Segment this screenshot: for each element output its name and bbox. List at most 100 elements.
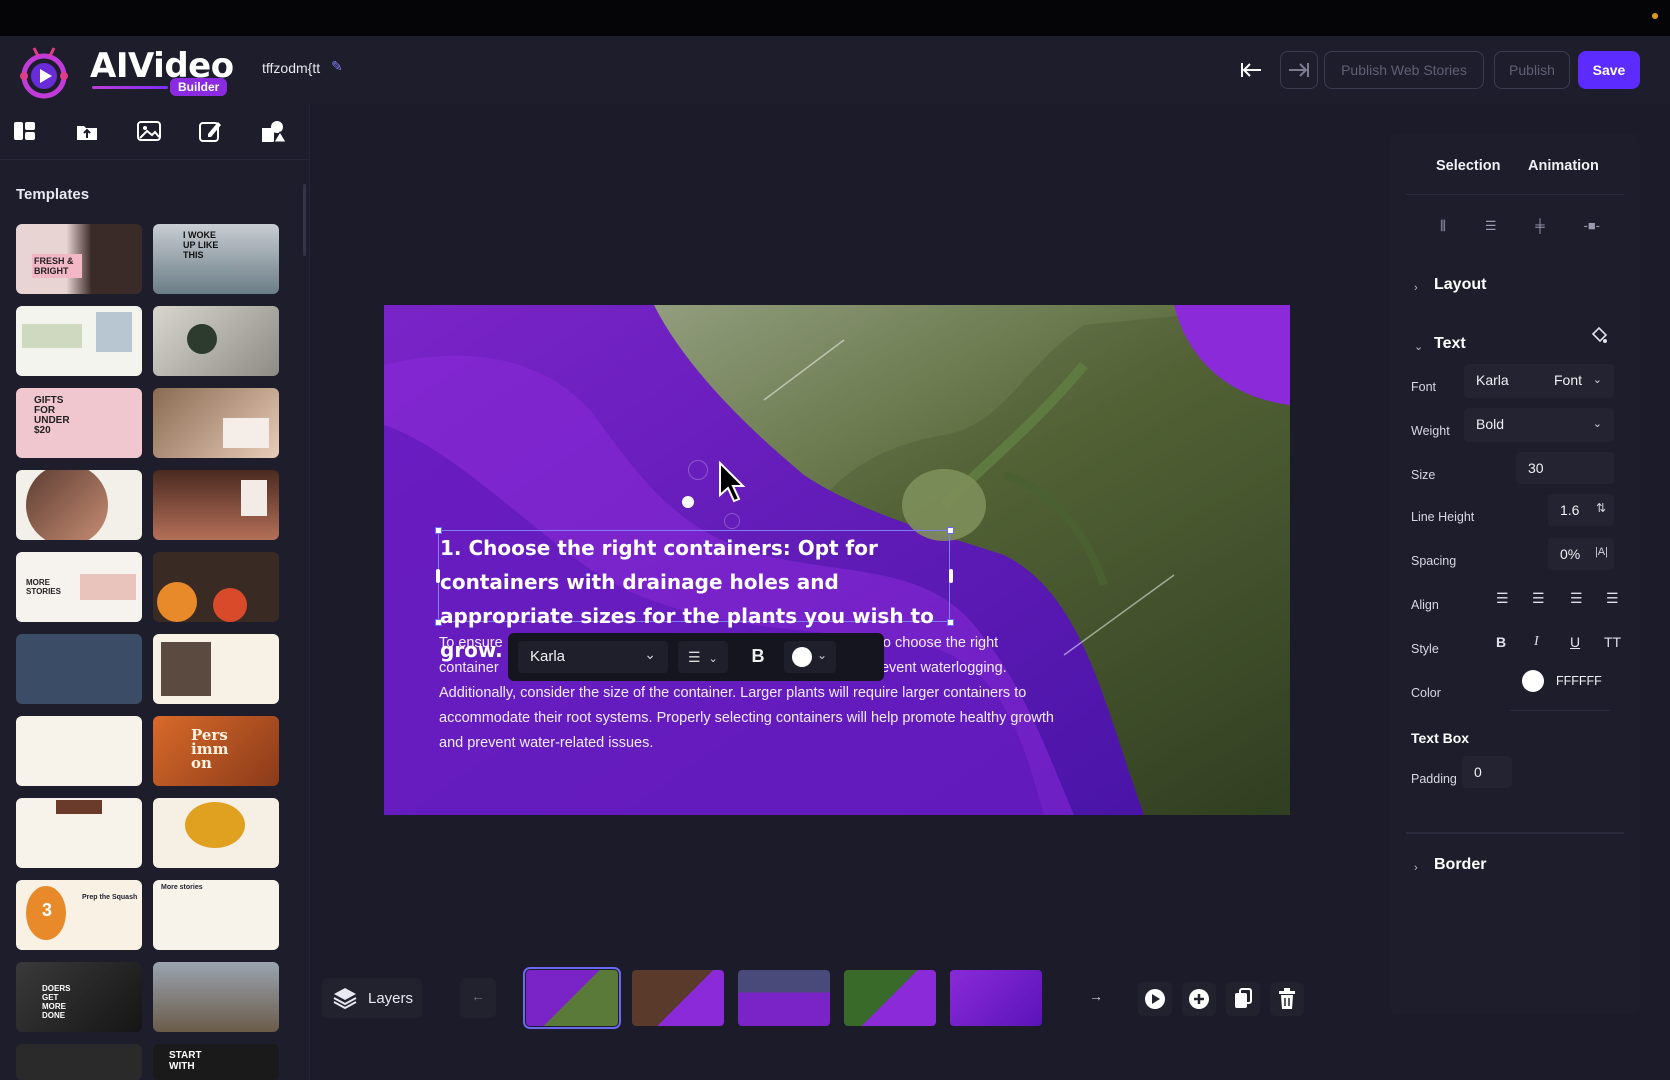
- line-height-input[interactable]: 1.6 ⇅: [1548, 494, 1614, 526]
- align-center-icon[interactable]: ☰: [1532, 590, 1545, 607]
- distribute-horizontal-icon[interactable]: ⫼: [1440, 218, 1446, 238]
- pages-prev-button[interactable]: ←: [460, 978, 496, 1018]
- template-thumb[interactable]: I WOKE UP LIKE THIS: [153, 224, 279, 294]
- template-thumb[interactable]: [153, 634, 279, 704]
- distribute-row: ⫼ ☰ ╪ ‑■‑: [1440, 218, 1600, 238]
- page-thumb[interactable]: [523, 967, 621, 1029]
- story-canvas[interactable]: 1. Choose the right containers: Opt for …: [384, 305, 1290, 815]
- template-thumb[interactable]: MORE STORIES: [16, 552, 142, 622]
- thumb-image: [185, 802, 245, 848]
- layout-section-title[interactable]: Layout: [1434, 276, 1486, 294]
- arrow-right-icon: →: [1089, 988, 1103, 1004]
- text-align-select[interactable]: ☰ ⌄: [678, 641, 728, 673]
- project-name[interactable]: tffzodm{tt: [262, 60, 320, 76]
- text-color-select[interactable]: ⌄: [784, 641, 836, 673]
- distribute-vertical-icon[interactable]: ‑■‑: [1583, 218, 1600, 238]
- template-thumb[interactable]: 3 Prep the Squash: [16, 880, 142, 950]
- thumb-image: [26, 470, 108, 540]
- align-left-icon[interactable]: ☰: [1496, 590, 1509, 607]
- template-thumb[interactable]: [16, 716, 142, 786]
- duplicate-page-button[interactable]: [1226, 982, 1260, 1016]
- chevron-down-icon[interactable]: ⌄: [1414, 340, 1423, 353]
- font-dropdown-label: Font: [1554, 372, 1583, 388]
- paint-bucket-icon[interactable]: [1590, 326, 1608, 344]
- font-select[interactable]: Karla ⌄: [518, 641, 668, 673]
- floating-text-toolbar: Karla ⌄ ☰ ⌄ B ⌄: [508, 633, 884, 681]
- undo-button[interactable]: [1232, 51, 1270, 89]
- template-thumb[interactable]: [16, 634, 142, 704]
- bold-icon[interactable]: B: [1496, 634, 1506, 650]
- template-thumb[interactable]: FRESH & BRIGHT: [16, 224, 142, 294]
- chevron-down-icon: ⌄: [1592, 418, 1602, 430]
- font-field[interactable]: Karla Font ⌄: [1464, 364, 1614, 398]
- publish-web-stories-button[interactable]: Publish Web Stories: [1324, 51, 1484, 89]
- chevron-right-icon[interactable]: ›: [1414, 282, 1418, 294]
- logo-badge: Builder: [170, 78, 228, 96]
- template-thumb[interactable]: [16, 470, 142, 540]
- window-top-strip: [0, 0, 1670, 36]
- pages-next-button[interactable]: →: [1078, 978, 1114, 1018]
- template-thumb[interactable]: [153, 388, 279, 458]
- page-strip: Layers ← →: [310, 960, 1390, 1030]
- uppercase-icon[interactable]: TT: [1604, 634, 1621, 650]
- pencil-icon[interactable]: ✎: [331, 58, 343, 75]
- template-thumb[interactable]: Pers imm on: [153, 716, 279, 786]
- spacing-label: Spacing: [1411, 554, 1457, 568]
- sidebar-toolbar: [0, 104, 310, 160]
- edit-icon[interactable]: [198, 118, 224, 144]
- template-thumb[interactable]: [153, 470, 279, 540]
- delete-page-button[interactable]: [1270, 982, 1304, 1016]
- page-thumb[interactable]: [632, 970, 724, 1026]
- template-thumb[interactable]: DOERS GET MORE DONE: [16, 962, 142, 1032]
- italic-icon[interactable]: I: [1534, 634, 1539, 650]
- layers-button[interactable]: Layers: [322, 978, 422, 1018]
- page-thumb[interactable]: [738, 970, 830, 1026]
- tab-selection[interactable]: Selection: [1436, 158, 1500, 174]
- padding-input[interactable]: 0: [1462, 756, 1512, 788]
- upload-icon[interactable]: [74, 118, 100, 144]
- template-thumb[interactable]: [153, 798, 279, 868]
- template-thumb[interactable]: [16, 798, 142, 868]
- template-thumb-text: DOERS GET MORE DONE: [42, 984, 71, 1020]
- template-thumb[interactable]: [153, 306, 279, 376]
- border-section-title[interactable]: Border: [1434, 856, 1486, 874]
- template-thumb[interactable]: START WITH: [153, 1044, 279, 1080]
- thumb-card: [223, 418, 269, 448]
- template-thumb[interactable]: [153, 552, 279, 622]
- image-icon[interactable]: [136, 118, 162, 144]
- page-thumb[interactable]: [844, 970, 936, 1026]
- sidebar-scrollbar[interactable]: [303, 184, 306, 256]
- publish-button[interactable]: Publish: [1494, 51, 1570, 89]
- line-height-label: Line Height: [1411, 510, 1475, 524]
- tab-animation[interactable]: Animation: [1528, 158, 1599, 174]
- align-vertical-center-icon[interactable]: ☰: [1485, 218, 1497, 238]
- template-thumb[interactable]: GIFTS FOR UNDER $20: [16, 388, 142, 458]
- color-hex-value[interactable]: FFFFFF: [1556, 674, 1602, 688]
- add-page-button[interactable]: [1182, 982, 1216, 1016]
- play-button[interactable]: [1138, 982, 1172, 1016]
- rotate-handle[interactable]: [682, 496, 694, 508]
- template-thumb[interactable]: [16, 306, 142, 376]
- weight-select[interactable]: Bold ⌄: [1464, 408, 1614, 442]
- text-color-swatch[interactable]: [1522, 670, 1544, 692]
- padding-label: Padding: [1411, 772, 1457, 786]
- template-thumb[interactable]: [16, 1044, 142, 1080]
- template-thumb[interactable]: [153, 962, 279, 1032]
- spacing-input[interactable]: 0% |A|: [1548, 538, 1614, 570]
- size-input[interactable]: 30: [1516, 452, 1614, 484]
- shapes-icon[interactable]: [260, 118, 286, 144]
- underline-icon[interactable]: U: [1570, 634, 1580, 650]
- align-middle-icon[interactable]: ╪: [1535, 218, 1544, 238]
- bold-button[interactable]: B: [741, 641, 775, 673]
- redo-button[interactable]: [1280, 51, 1318, 89]
- templates-icon[interactable]: [12, 118, 38, 144]
- template-thumb[interactable]: More stories: [153, 880, 279, 950]
- page-thumb[interactable]: [950, 970, 1042, 1026]
- template-thumb-text: MORE STORIES: [26, 578, 61, 596]
- align-right-icon[interactable]: ☰: [1570, 590, 1583, 607]
- align-justify-icon[interactable]: ☰: [1606, 590, 1619, 607]
- chevron-right-icon[interactable]: ›: [1414, 862, 1418, 874]
- save-button[interactable]: Save: [1578, 51, 1640, 89]
- trash-icon: [1279, 988, 1295, 1009]
- text-section-title[interactable]: Text: [1434, 335, 1466, 353]
